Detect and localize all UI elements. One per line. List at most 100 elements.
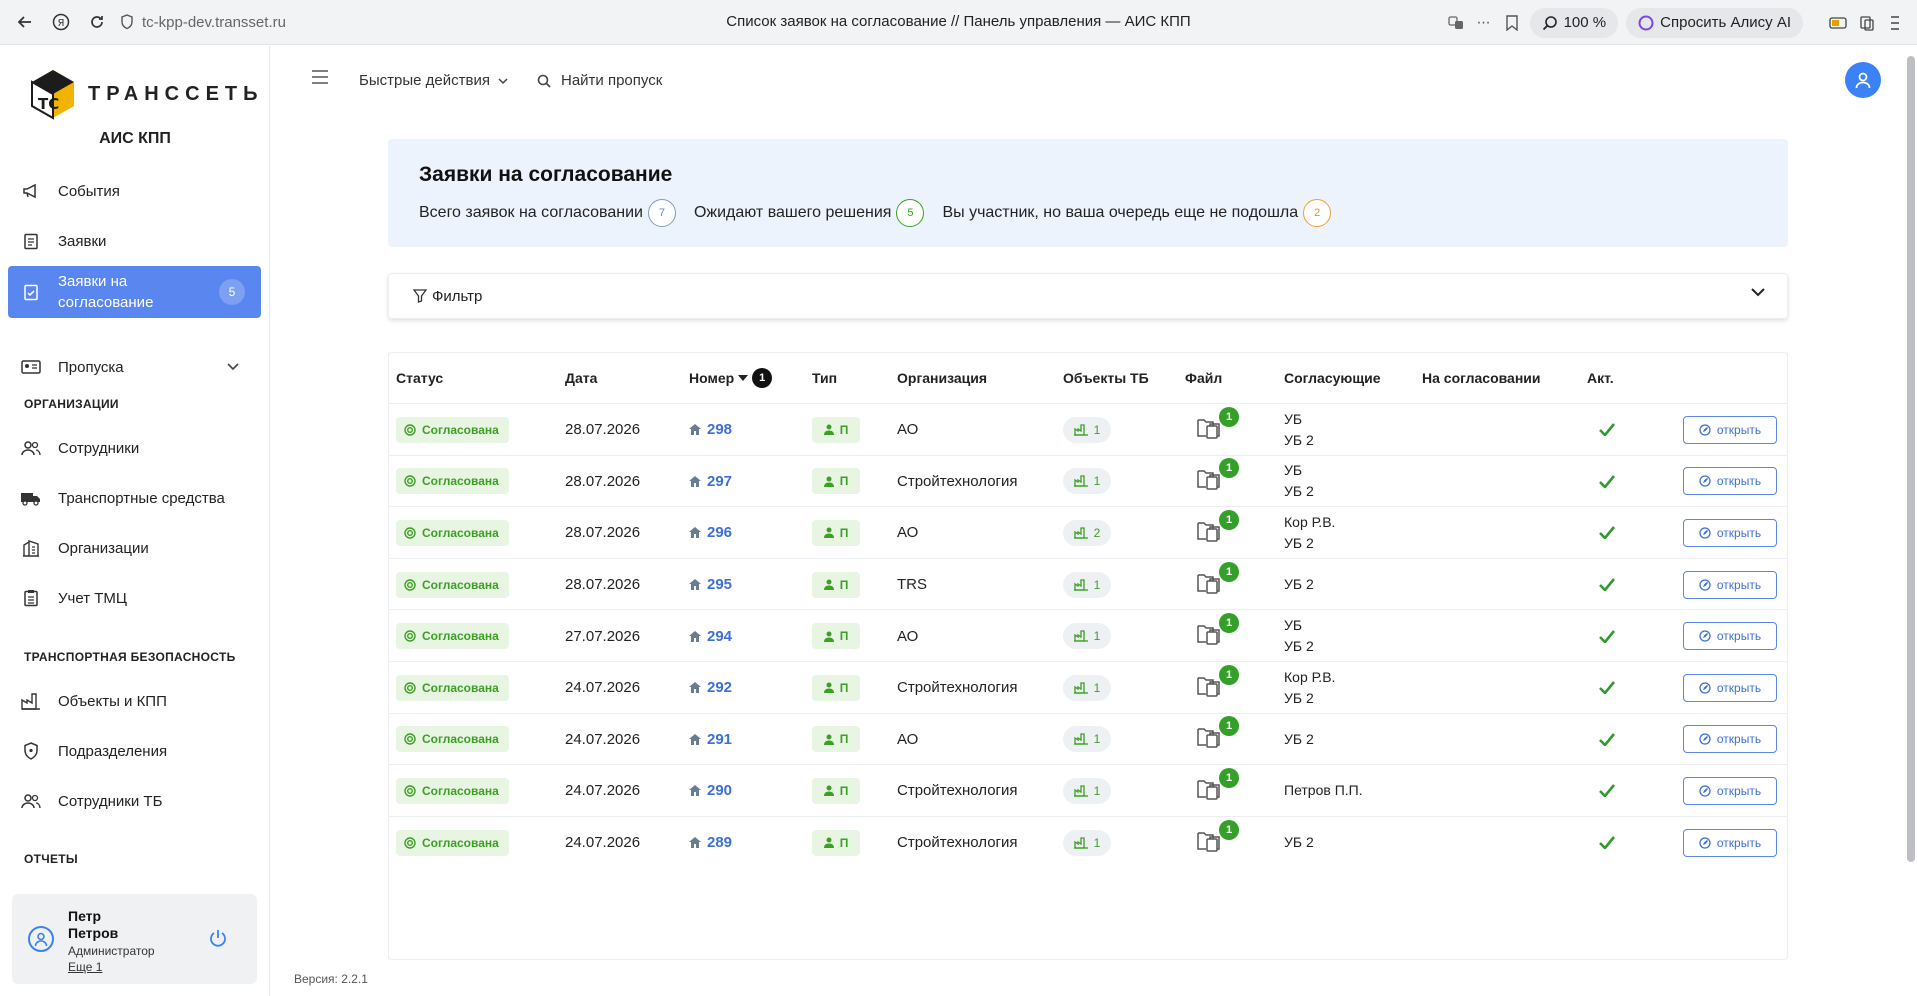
table-row[interactable]: Согласована 24.07.2026 292 П Стройтехнол…	[389, 661, 1787, 714]
find-pass-button[interactable]: Найти пропуск	[537, 72, 662, 89]
request-number-link[interactable]: 292	[689, 679, 732, 696]
open-button[interactable]: открыть	[1683, 776, 1777, 805]
open-button[interactable]: открыть	[1683, 673, 1777, 702]
header-act[interactable]: Акт.	[1587, 353, 1614, 403]
objects-badge[interactable]: 1	[1063, 674, 1111, 701]
request-number-link[interactable]: 296	[689, 524, 732, 541]
organization-cell: АО	[897, 730, 919, 748]
quick-actions-dropdown[interactable]: Быстрые действия	[359, 72, 508, 89]
request-number-link[interactable]: 290	[689, 782, 732, 799]
request-number-link[interactable]: 291	[689, 731, 732, 748]
open-button[interactable]: открыть	[1683, 725, 1777, 754]
bookmark-icon[interactable]	[1502, 13, 1522, 33]
files-button[interactable]: 1	[1197, 767, 1239, 804]
request-number-link[interactable]: 297	[689, 473, 732, 490]
page-scrollbar[interactable]	[1907, 56, 1915, 862]
table-row[interactable]: Согласована 24.07.2026 290 П Стройтехнол…	[389, 764, 1787, 816]
request-number-link[interactable]: 295	[689, 576, 732, 593]
sidebar-item-organizations[interactable]: Организации	[8, 523, 261, 573]
sidebar-item-label: Заявки	[58, 232, 107, 250]
objects-count: 1	[1093, 835, 1101, 850]
logo[interactable]: TC ТРАНССЕТЬ	[28, 68, 264, 120]
header-on-approval[interactable]: На согласовании	[1422, 353, 1541, 403]
app-name: АИС КПП	[99, 130, 171, 147]
request-number-link[interactable]: 289	[689, 834, 732, 851]
sidebar-item-vehicles[interactable]: Транспортные средства	[8, 473, 261, 523]
filter-panel[interactable]: Фильтр	[388, 273, 1788, 319]
header-approvers[interactable]: Согласующие	[1284, 353, 1381, 403]
files-button[interactable]: 1	[1197, 613, 1239, 649]
header-organization[interactable]: Организация	[897, 353, 987, 403]
table-row[interactable]: Согласована 28.07.2026 298 П АО 1 1 УБ У…	[389, 403, 1787, 455]
header-type[interactable]: Тип	[812, 353, 837, 403]
sidebar-item-employees[interactable]: Сотрудники	[8, 423, 261, 473]
open-button[interactable]: открыть	[1683, 828, 1777, 857]
sidebar-item-tmc[interactable]: Учет ТМЦ	[8, 573, 261, 623]
sidebar-item-objects[interactable]: Объекты и КПП	[8, 676, 261, 726]
objects-badge[interactable]: 1	[1063, 777, 1111, 804]
files-button[interactable]: 1	[1197, 716, 1239, 752]
profile-avatar[interactable]	[1845, 62, 1881, 98]
alice-button[interactable]: Спросить Алису AI	[1626, 7, 1803, 38]
open-button[interactable]: открыть	[1683, 415, 1777, 444]
header-number[interactable]: Номер 1	[689, 353, 773, 403]
translate-icon[interactable]	[1446, 13, 1466, 33]
objects-count: 1	[1093, 783, 1101, 798]
date-cell: 27.07.2026	[565, 627, 641, 645]
status-text: Согласована	[422, 422, 499, 437]
sidebar-item-tb-employees[interactable]: Сотрудники ТБ	[8, 776, 261, 826]
table-row[interactable]: Согласована 27.07.2026 294 П АО 1 1 УБ У…	[389, 609, 1787, 661]
table-row[interactable]: Согласована 24.07.2026 291 П АО 1 1 УБ 2…	[389, 712, 1787, 765]
status-badge: Согласована	[396, 416, 509, 443]
queue-count-badge: 2	[1303, 199, 1332, 227]
table-row[interactable]: Согласована 24.07.2026 289 П Стройтехнол…	[389, 815, 1787, 868]
reload-icon[interactable]	[86, 11, 108, 33]
header-date[interactable]: Дата	[565, 353, 597, 403]
table-row[interactable]: Согласована 28.07.2026 295 П TRS 1 1 УБ …	[389, 557, 1787, 610]
objects-badge[interactable]: 1	[1063, 468, 1111, 495]
collections-icon[interactable]	[1857, 13, 1877, 33]
user-more-link[interactable]: Еще 1	[68, 960, 102, 974]
objects-badge[interactable]: 2	[1063, 519, 1111, 546]
table-row[interactable]: Согласована 28.07.2026 296 П АО 2 1 Кор …	[389, 506, 1787, 558]
status-text: Согласована	[422, 732, 499, 747]
approver-name: УБ 2	[1284, 689, 1314, 706]
open-button[interactable]: открыть	[1683, 622, 1777, 651]
header-status[interactable]: Статус	[396, 353, 443, 403]
logout-icon[interactable]	[208, 928, 228, 953]
yandex-icon[interactable]: Я	[50, 11, 72, 33]
table-row[interactable]: Согласована 28.07.2026 297 П Стройтехнол…	[389, 454, 1787, 507]
back-icon[interactable]	[14, 11, 36, 33]
sidebar-item-events[interactable]: События	[8, 166, 261, 216]
zoom-button[interactable]: 100 %	[1529, 7, 1619, 38]
objects-badge[interactable]: 1	[1063, 623, 1111, 650]
open-button[interactable]: открыть	[1683, 570, 1777, 599]
chevron-down-icon	[1751, 288, 1765, 297]
menu-icon[interactable]	[311, 70, 329, 84]
open-button[interactable]: открыть	[1683, 467, 1777, 496]
objects-badge[interactable]: 1	[1063, 416, 1111, 443]
sidebar-item-requests[interactable]: Заявки	[8, 216, 261, 266]
address-bar[interactable]: tc-kpp-dev.transset.ru	[120, 14, 286, 31]
sidebar-item-divisions[interactable]: Подразделения	[8, 726, 261, 776]
files-button[interactable]: 1	[1197, 509, 1239, 546]
open-button[interactable]: открыть	[1683, 518, 1777, 547]
files-button[interactable]: 1	[1197, 664, 1239, 701]
objects-badge[interactable]: 1	[1063, 726, 1111, 753]
sidebar-item-approvals[interactable]: Заявки на согласование 5	[8, 266, 261, 318]
files-button[interactable]: 1	[1197, 561, 1239, 598]
browser-menu-icon[interactable]	[1885, 13, 1905, 33]
files-button[interactable]: 1	[1197, 406, 1239, 443]
objects-badge[interactable]: 1	[1063, 571, 1111, 598]
approvers-cell: Кор Р.В. УБ 2	[1284, 662, 1335, 714]
objects-badge[interactable]: 1	[1063, 829, 1111, 856]
request-number-link[interactable]: 294	[689, 628, 732, 645]
files-button[interactable]: 1	[1197, 819, 1239, 856]
files-button[interactable]: 1	[1197, 458, 1239, 494]
header-file[interactable]: Файл	[1185, 353, 1222, 403]
more-icon[interactable]: ⋯	[1474, 13, 1494, 33]
header-objects[interactable]: Объекты ТБ	[1063, 353, 1149, 403]
request-number-link[interactable]: 298	[689, 421, 732, 438]
sidebar-item-passes[interactable]: Пропуска	[8, 342, 261, 392]
approved-status-icon	[404, 475, 416, 488]
